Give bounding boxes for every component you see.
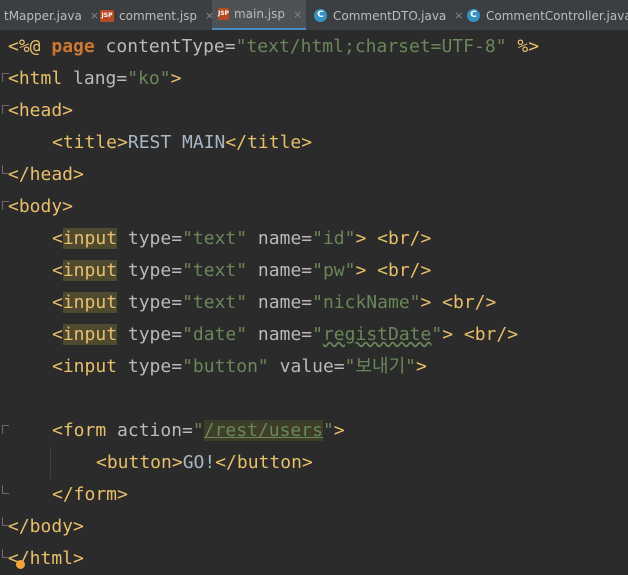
- code-line-10: <input type="date" name="registDate"> <b…: [52, 324, 519, 345]
- code-line-6: <body>: [8, 196, 74, 217]
- code-line-1: <%@ page contentType="text/html;charset=…: [8, 36, 540, 57]
- tab-label: CommentDTO.java: [333, 8, 447, 23]
- code-line-13: <button>GO!</button>: [96, 452, 313, 473]
- code-line-5: </head>: [8, 164, 84, 185]
- class-file-icon: C: [314, 9, 327, 22]
- indent-guide: [50, 447, 51, 479]
- code-line-7: <input type="text" name="id"> <br/>: [52, 228, 432, 249]
- code-line-2: <html lang="ko">: [8, 68, 182, 89]
- tab-label: CommentController.java: [486, 8, 628, 23]
- jsp-file-icon: JSP: [218, 8, 229, 20]
- fold-marker-icon[interactable]: [2, 485, 9, 494]
- tab-label: comment.jsp: [119, 8, 198, 23]
- tab-tmapper-java[interactable]: tMapper.java ×: [0, 0, 105, 30]
- jsp-file-icon: JSP: [100, 9, 114, 22]
- tab-commentdto-java[interactable]: C CommentDTO.java ×: [308, 0, 470, 30]
- editor-tab-bar: tMapper.java × JSP comment.jsp × JSP mai…: [0, 0, 628, 31]
- tab-label: main.jsp: [233, 7, 285, 21]
- code-line-4: <title>REST MAIN</title>: [52, 132, 313, 153]
- lightbulb-icon[interactable]: [16, 560, 25, 569]
- fold-marker-icon[interactable]: [2, 425, 9, 434]
- code-line-15: </body>: [8, 516, 84, 537]
- code-line-8: <input type="text" name="pw"> <br/>: [52, 260, 432, 281]
- code-line-11: <input type="button" value="보내기">: [52, 356, 427, 377]
- tab-comment-jsp[interactable]: JSP comment.jsp ×: [94, 0, 220, 30]
- code-line-14: </form>: [52, 484, 128, 505]
- tab-commentcontroller-java[interactable]: C CommentController.java: [461, 0, 628, 30]
- code-line-12: <form action="/rest/users">: [52, 420, 345, 441]
- close-icon[interactable]: ×: [293, 8, 302, 21]
- class-file-icon: C: [467, 9, 480, 22]
- code-editor[interactable]: <%@ page contentType="text/html;charset=…: [0, 31, 628, 574]
- code-line-16: </html>: [8, 548, 84, 569]
- code-line-9: <input type="text" name="nickName"> <br/…: [52, 292, 497, 313]
- code-line-3: <head>: [8, 100, 74, 121]
- tab-main-jsp[interactable]: JSP main.jsp ×: [212, 0, 306, 30]
- tab-label: tMapper.java: [4, 8, 82, 23]
